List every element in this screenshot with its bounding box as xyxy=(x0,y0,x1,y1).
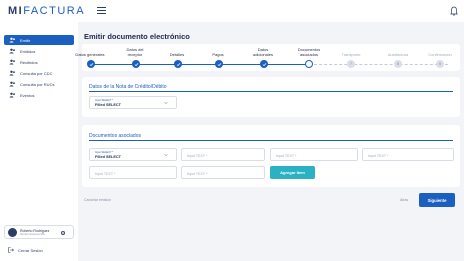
logout-icon xyxy=(8,247,14,253)
chevron-down-icon xyxy=(164,102,168,105)
step-2-check[interactable] xyxy=(132,60,140,68)
gear-icon[interactable] xyxy=(60,230,66,236)
sidebar-item-label: Eventos xyxy=(20,92,35,98)
user-name: Roberto Rodriguez xyxy=(20,228,50,233)
section-title: Datos de la Nota de Crédito/Débito xyxy=(89,84,167,90)
text-input[interactable]: Input TEXT * xyxy=(270,148,358,161)
check-icon xyxy=(89,62,93,66)
docs-select[interactable]: Input SELECT * Filled SELECT xyxy=(89,148,177,161)
field-label: Input SELECT * xyxy=(95,99,114,102)
stepper-pending-line xyxy=(309,63,448,65)
text-input[interactable]: Input TEXT * xyxy=(181,148,265,161)
sidebar-item-label: Consulta por CDC xyxy=(20,70,53,76)
step-label: Datos generales xyxy=(75,52,105,57)
chevron-down-icon xyxy=(164,154,168,157)
step-label: Detalles xyxy=(169,52,185,57)
logout-button[interactable]: Cerrar Sesión xyxy=(8,247,43,253)
step-1-check[interactable] xyxy=(87,60,95,68)
step-label: Documentos asociados xyxy=(297,47,321,57)
user-card[interactable]: Roberto Rodriguez Nombre Empresa SRL xyxy=(4,225,74,239)
text-input[interactable]: Input TEXT * xyxy=(181,166,265,179)
field-value: Filled SELECT xyxy=(95,103,121,107)
users-icon xyxy=(9,70,15,76)
section-divider xyxy=(89,140,453,141)
docs-section: Documentos asociados Input SELECT * Fill… xyxy=(82,125,460,187)
users-icon xyxy=(9,37,15,43)
user-company: Nombre Empresa SRL xyxy=(20,232,46,236)
text-input[interactable]: Input TEXT * xyxy=(89,166,177,179)
sidebar-item-consulta-cdc[interactable]: Consulta por CDC xyxy=(4,68,74,78)
input-placeholder: Input TEXT * xyxy=(368,153,389,158)
logout-label: Cerrar Sesión xyxy=(18,247,43,253)
app-logo[interactable]: MIFACTURA xyxy=(8,5,85,17)
sidebar-item-emitir[interactable]: Emitir xyxy=(4,35,74,45)
nota-section: Datos de la Nota de Crédito/Débito Input… xyxy=(82,77,460,117)
back-button[interactable]: Atrás xyxy=(400,198,408,202)
users-icon xyxy=(9,92,15,98)
check-icon xyxy=(176,62,180,66)
section-divider xyxy=(89,91,453,92)
page-title: Emitir documento electrónico xyxy=(84,32,190,41)
users-icon xyxy=(9,48,15,54)
input-placeholder: Input TEXT * xyxy=(95,171,116,176)
field-value: Filled SELECT xyxy=(95,155,121,159)
bell-icon[interactable] xyxy=(450,6,458,16)
sidebar-item-consulta-rucs[interactable]: Consulta por RUCs xyxy=(4,79,74,89)
step-label: Autofactura xyxy=(387,52,409,57)
cancel-emission-link[interactable]: Cancelar emision xyxy=(84,198,111,202)
check-icon xyxy=(217,62,221,66)
sidebar-item-label: Emitir xyxy=(20,37,31,43)
sidebar-item-emitidos[interactable]: Emitidos xyxy=(4,46,74,56)
avatar xyxy=(8,227,17,237)
stepper: Datos generales Datos del receptor Detal… xyxy=(75,44,460,71)
check-icon xyxy=(134,62,138,66)
step-label: Datos del receptor xyxy=(126,47,144,57)
add-item-button[interactable]: Agregar Item xyxy=(270,166,315,179)
users-icon xyxy=(9,59,15,65)
check-icon xyxy=(262,62,266,66)
section-title: Documentos asociados xyxy=(89,133,141,139)
text-input[interactable]: Input TEXT * xyxy=(362,148,454,161)
input-placeholder: Input TEXT * xyxy=(187,171,208,176)
step-6-current[interactable] xyxy=(305,60,313,68)
stepper-progress-line xyxy=(272,63,309,65)
field-label: Input SELECT * xyxy=(95,151,114,154)
nota-select[interactable]: Input SELECT * Filled SELECT xyxy=(89,96,177,109)
users-icon xyxy=(9,81,15,87)
logo-part-light: FACTURA xyxy=(23,5,86,17)
step-8-dot[interactable]: 8 xyxy=(394,60,402,68)
sidebar-item-label: Consulta por RUCs xyxy=(20,81,55,87)
step-label: Pagos xyxy=(212,52,224,57)
sidebar-item-label: Emitidos xyxy=(20,48,36,54)
step-7-dot[interactable]: 7 xyxy=(347,60,355,68)
user-info: Roberto Rodriguez Nombre Empresa SRL xyxy=(20,229,49,236)
step-3-check[interactable] xyxy=(174,60,182,68)
step-9-dot[interactable]: 9 xyxy=(436,60,444,68)
sidebar-item-recibidos[interactable]: Recibidos xyxy=(4,57,74,67)
sidebar-item-label: Recibidos xyxy=(20,59,38,65)
step-label: Transporte xyxy=(341,52,361,57)
sidebar-item-eventos[interactable]: Eventos xyxy=(4,90,74,100)
step-4-check[interactable] xyxy=(215,60,223,68)
step-label: Confirmación xyxy=(428,52,452,57)
input-placeholder: Input TEXT * xyxy=(187,153,208,158)
step-label: Datos adicionales xyxy=(252,47,273,57)
input-placeholder: Input TEXT * xyxy=(276,153,297,158)
next-button[interactable]: Siguiente xyxy=(419,193,455,207)
top-bar: MIFACTURA xyxy=(0,0,464,22)
logo-part-bold: MI xyxy=(8,5,24,17)
step-5-check[interactable] xyxy=(260,60,268,68)
menu-icon[interactable] xyxy=(97,7,106,14)
